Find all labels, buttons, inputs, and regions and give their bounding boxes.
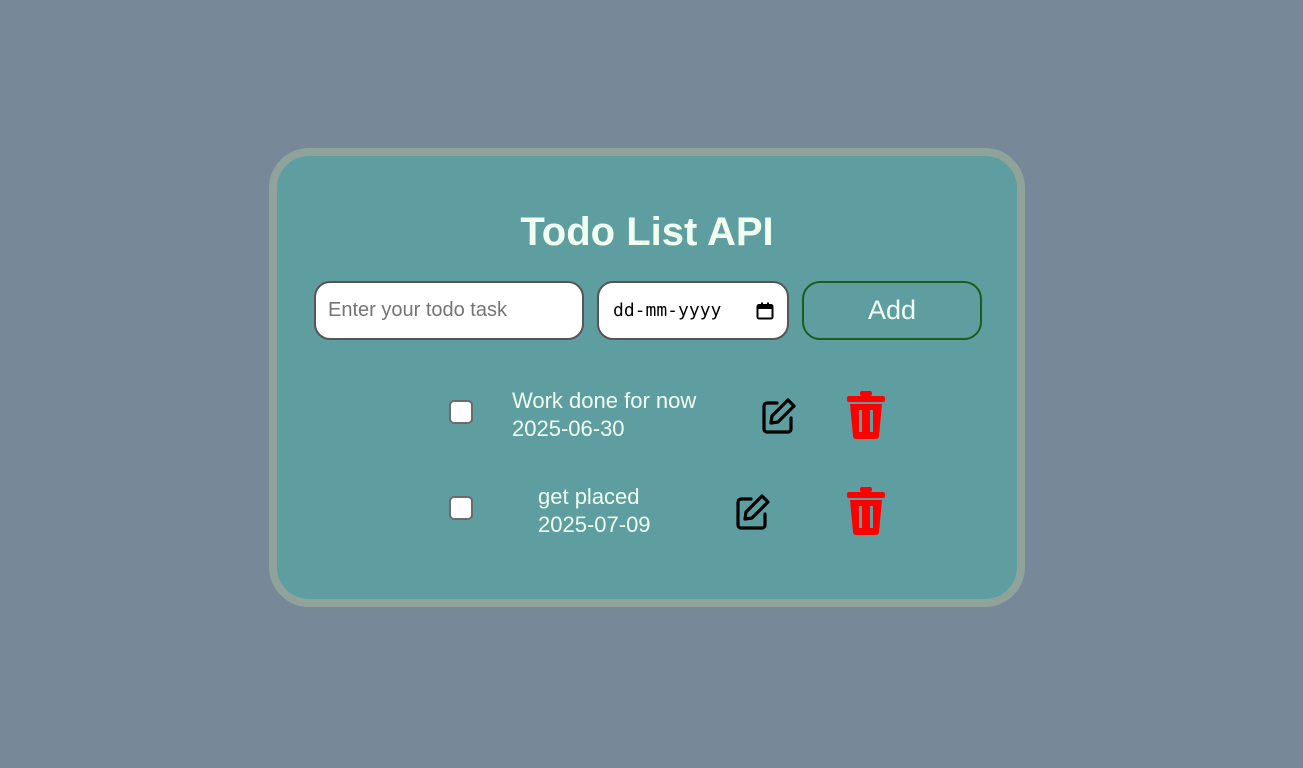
edit-icon [762,398,796,434]
todo-text: Work done for now 2025-06-30 [512,387,696,443]
todo-title: Work done for now [512,388,697,413]
task-input[interactable] [314,281,584,340]
edit-button[interactable] [732,492,772,532]
page-title: Todo List API [520,210,774,254]
todo-date: 2025-06-30 [512,416,625,441]
date-input-value: dd-mm-yyyy [613,300,722,321]
edit-button[interactable] [758,396,798,436]
todo-checkbox[interactable] [449,496,473,520]
todo-title: get placed [538,484,640,509]
add-button[interactable]: Add [802,281,982,340]
delete-button[interactable] [845,390,887,440]
todo-card: Todo List API dd-mm-yyyy Add Work done f… [269,148,1025,607]
date-input[interactable]: dd-mm-yyyy [597,281,789,340]
delete-button[interactable] [845,486,887,536]
todo-date: 2025-07-09 [538,512,651,537]
edit-icon [736,494,770,530]
todo-text: get placed 2025-07-09 [538,483,651,539]
trash-icon [847,391,885,439]
todo-checkbox[interactable] [449,400,473,424]
calendar-icon[interactable] [755,301,775,321]
trash-icon [847,487,885,535]
